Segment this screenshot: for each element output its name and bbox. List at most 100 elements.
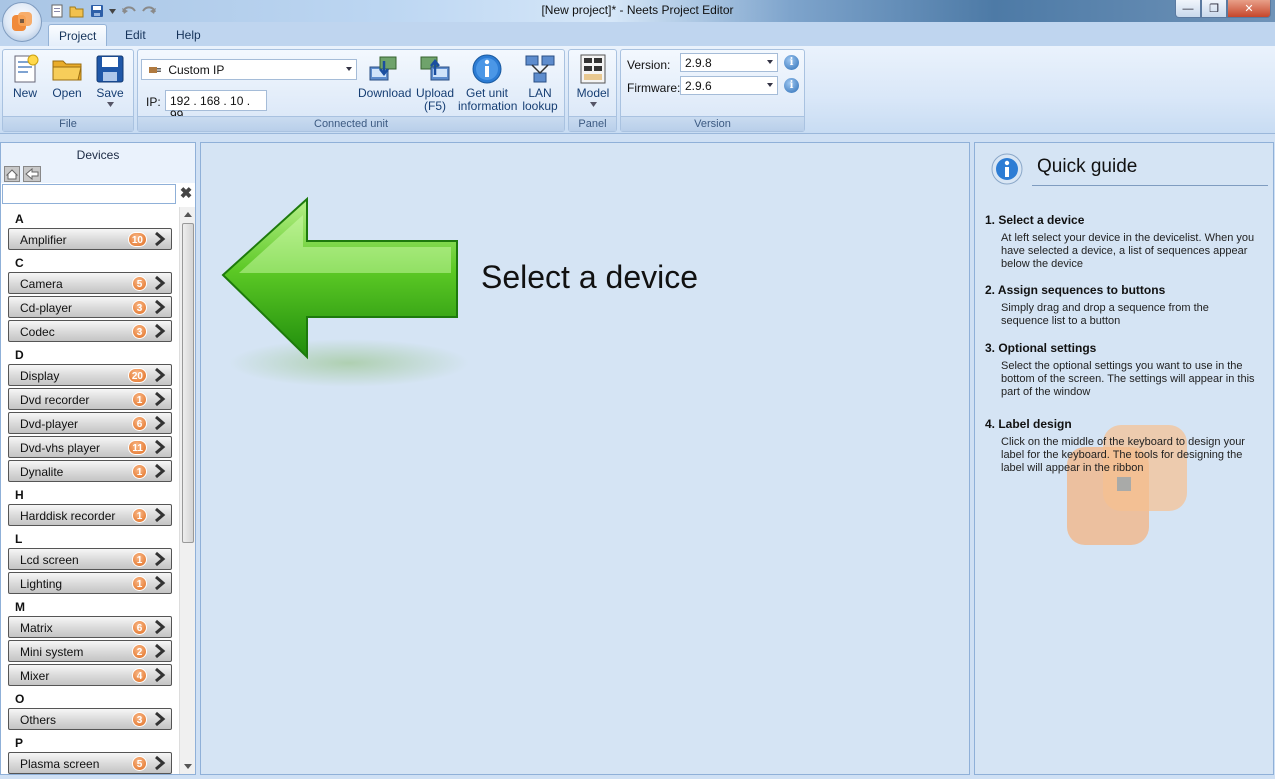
ribbon-group-version-label: Version: [621, 116, 804, 131]
chevron-right-icon[interactable]: [152, 507, 168, 523]
device-section-d: D: [15, 348, 24, 362]
device-section-o: O: [15, 692, 25, 706]
device-item[interactable]: Lcd screen 1: [8, 548, 172, 570]
device-item[interactable]: Mixer 4: [8, 664, 172, 686]
version-select[interactable]: 2.9.8: [680, 53, 778, 72]
device-item-name: Dynalite: [20, 465, 64, 479]
device-item[interactable]: Mini system 2: [8, 640, 172, 662]
chevron-right-icon[interactable]: [152, 439, 168, 455]
ip-label: IP:: [146, 95, 161, 109]
tab-edit[interactable]: Edit: [115, 24, 156, 46]
device-item[interactable]: Display 20: [8, 364, 172, 386]
guide-step-2-body: Simply drag and drop a sequence from the…: [1001, 302, 1209, 327]
firmware-select[interactable]: 2.9.6: [680, 76, 778, 95]
firmware-info-icon[interactable]: i: [784, 78, 799, 93]
device-section-p: P: [15, 736, 24, 750]
device-list-scrollbar[interactable]: [179, 207, 195, 774]
chevron-right-icon[interactable]: [152, 575, 168, 591]
chevron-right-icon[interactable]: [152, 299, 168, 315]
device-item-name: Amplifier: [20, 233, 67, 247]
device-item-name: Dvd-player: [20, 417, 79, 431]
device-item[interactable]: Harddisk recorder 1: [8, 504, 172, 526]
tab-help[interactable]: Help: [166, 24, 211, 46]
device-list: A Amplifier 10 C Camera 5 Cd-player 3 Codec 3 D Dis…: [1, 207, 179, 774]
upload-icon: [420, 56, 450, 81]
lan-lookup-button[interactable]: LAN lookup: [518, 53, 562, 113]
device-item[interactable]: Lighting 1: [8, 572, 172, 594]
scroll-down-icon[interactable]: [184, 764, 192, 769]
save-dropdown-icon[interactable]: [106, 102, 114, 107]
device-item[interactable]: Plasma screen 5: [8, 752, 172, 774]
ribbon-group-connected-unit: Custom IP IP: 192 . 168 . 10 . 99 Downlo…: [137, 49, 565, 132]
guide-step-2: 2. Assign sequences to buttons Simply dr…: [985, 283, 1265, 328]
quick-guide-info-icon: [991, 153, 1023, 185]
open-label: Open: [52, 86, 82, 100]
device-item[interactable]: Dvd-player 6: [8, 412, 172, 434]
select-device-arrow-icon: [221, 196, 469, 387]
device-item[interactable]: Dvd-vhs player 11: [8, 436, 172, 458]
save-button[interactable]: Save: [91, 53, 129, 107]
chevron-right-icon[interactable]: [152, 643, 168, 659]
chevron-right-icon[interactable]: [152, 391, 168, 407]
device-count-badge: 20: [127, 368, 147, 383]
minimize-button[interactable]: —: [1175, 0, 1201, 18]
chevron-right-icon[interactable]: [152, 667, 168, 683]
quick-guide-title: Quick guide: [1037, 156, 1138, 177]
scroll-thumb[interactable]: [182, 223, 194, 543]
main-workspace: Select a device: [200, 142, 970, 775]
chevron-right-icon[interactable]: [152, 463, 168, 479]
home-icon[interactable]: [4, 166, 20, 182]
device-search-input[interactable]: [2, 184, 176, 204]
neets-logo-icon: [12, 12, 32, 31]
download-button[interactable]: Download: [358, 53, 411, 100]
chevron-right-icon[interactable]: [152, 275, 168, 291]
close-button[interactable]: ✕: [1227, 0, 1271, 18]
upload-button[interactable]: Upload (F5): [414, 53, 456, 113]
devices-nav-row: [1, 165, 195, 183]
version-label: Version:: [627, 58, 671, 72]
device-item[interactable]: Camera 5: [8, 272, 172, 294]
ribbon-group-connected-unit-label: Connected unit: [138, 116, 564, 131]
ribbon-group-file-label: File: [3, 116, 133, 131]
chevron-right-icon[interactable]: [152, 367, 168, 383]
device-item[interactable]: Others 3: [8, 708, 172, 730]
back-arrow-icon[interactable]: [23, 166, 41, 182]
chevron-right-icon[interactable]: [152, 323, 168, 339]
chevron-right-icon[interactable]: [152, 415, 168, 431]
device-count-badge: 6: [132, 620, 147, 635]
device-item[interactable]: Matrix 6: [8, 616, 172, 638]
open-button[interactable]: Open: [49, 53, 85, 100]
model-button[interactable]: Model: [573, 53, 613, 107]
chevron-right-icon[interactable]: [152, 755, 168, 771]
device-item[interactable]: Amplifier 10: [8, 228, 172, 250]
chevron-right-icon[interactable]: [152, 619, 168, 635]
connection-type-select[interactable]: Custom IP: [141, 59, 357, 80]
scroll-up-icon[interactable]: [184, 212, 192, 217]
device-item[interactable]: Dvd recorder 1: [8, 388, 172, 410]
lan-network-icon: [525, 55, 555, 83]
device-item[interactable]: Dynalite 1: [8, 460, 172, 482]
upload-shortcut: (F5): [424, 99, 446, 113]
chevron-right-icon[interactable]: [152, 551, 168, 567]
version-info-icon[interactable]: i: [784, 55, 799, 70]
device-count-badge: 10: [127, 232, 147, 247]
device-item[interactable]: Cd-player 3: [8, 296, 172, 318]
maximize-button[interactable]: ❐: [1201, 0, 1227, 18]
device-item-name: Cd-player: [20, 301, 73, 315]
chevron-right-icon[interactable]: [152, 711, 168, 727]
device-count-badge: 1: [132, 464, 147, 479]
clear-search-icon[interactable]: ✖: [178, 186, 194, 202]
device-count-badge: 1: [132, 508, 147, 523]
chevron-right-icon[interactable]: [152, 231, 168, 247]
tab-project[interactable]: Project: [48, 24, 108, 46]
model-dropdown-icon[interactable]: [589, 102, 597, 107]
guide-step-1-heading: 1. Select a device: [985, 213, 1085, 227]
guide-step-3-body: Select the optional settings you want to…: [1001, 360, 1255, 398]
get-unit-information-button[interactable]: Get unit information: [458, 53, 517, 113]
application-menu-button[interactable]: [2, 2, 42, 42]
quick-guide-panel: Quick guide 1. Select a device At left s…: [974, 142, 1274, 775]
new-button[interactable]: New: [7, 53, 43, 100]
device-section-a: A: [15, 212, 24, 226]
ip-address-input[interactable]: 192 . 168 . 10 . 99: [165, 90, 267, 122]
device-item[interactable]: Codec 3: [8, 320, 172, 342]
